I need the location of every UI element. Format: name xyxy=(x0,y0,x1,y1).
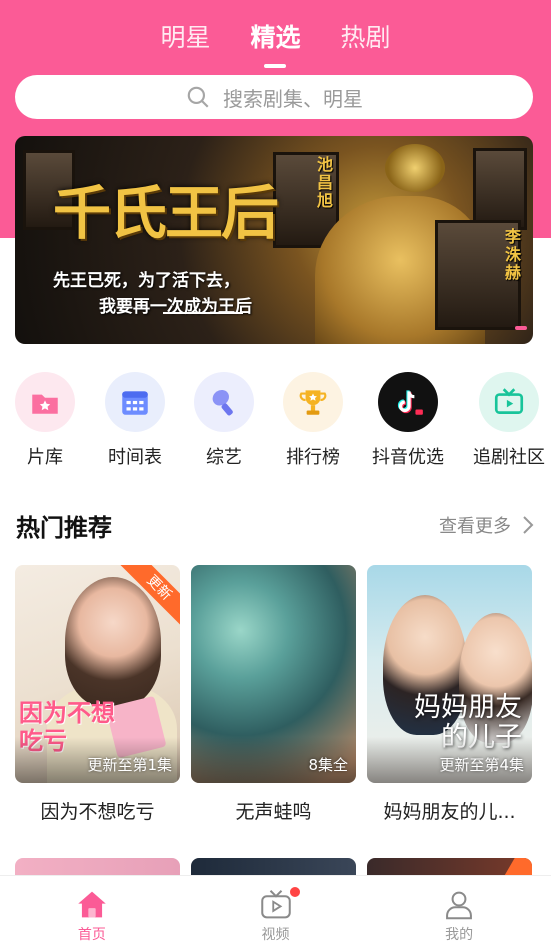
banner-portrait xyxy=(473,148,527,230)
tab-video[interactable]: 视频 xyxy=(184,876,368,944)
view-more-label: 查看更多 xyxy=(439,516,511,537)
drama-title: 因为不想吃亏 xyxy=(40,801,155,823)
banner-actor-name: 池昌旭 xyxy=(317,155,334,210)
tab-home-label: 首页 xyxy=(77,927,106,943)
trophy-icon xyxy=(283,372,343,432)
tab-hot-dramas[interactable]: 热剧 xyxy=(341,14,391,62)
section-title: 热门推荐 xyxy=(16,514,112,542)
search-icon xyxy=(187,86,209,108)
episode-caption: 更新至第1集 xyxy=(87,756,172,774)
episode-caption: 8集全 xyxy=(308,756,348,774)
banner-actor-name: 李洙赫 xyxy=(505,227,522,282)
episode-caption: 更新至第4集 xyxy=(439,756,524,774)
banner-underline xyxy=(163,312,243,314)
banner-crown xyxy=(385,144,445,192)
category-label: 排行榜 xyxy=(286,447,340,468)
chevron-right-icon xyxy=(523,516,534,534)
active-tab-indicator xyxy=(264,64,287,68)
category-label: 片库 xyxy=(27,447,63,468)
drama-title: 无声蛙鸣 xyxy=(235,801,312,823)
category-label: 追剧社区 xyxy=(473,447,545,468)
home-icon xyxy=(78,891,106,918)
search-bar[interactable]: 搜索剧集、明星 xyxy=(15,75,533,119)
profile-icon xyxy=(446,891,473,920)
drama-card[interactable]: 8集全 无声蛙鸣 xyxy=(191,565,356,824)
category-community[interactable]: 追剧社区 xyxy=(461,372,551,469)
tab-hot-dramas-label: 热剧 xyxy=(340,23,391,52)
drama-title: 妈妈朋友的儿... xyxy=(383,801,516,823)
douyin-icon xyxy=(378,372,438,432)
drama-poster: 妈妈朋友 的儿子 更新至第4集 xyxy=(367,565,532,783)
search-placeholder: 搜索剧集、明星 xyxy=(223,86,363,111)
banner-title: 千氏王后 xyxy=(53,179,279,247)
category-library[interactable]: 片库 xyxy=(0,372,93,469)
category-douyin[interactable]: 抖音优选 xyxy=(360,372,456,469)
tab-video-label: 视频 xyxy=(261,927,290,943)
tab-stars[interactable]: 明星 xyxy=(160,14,210,62)
category-label: 抖音优选 xyxy=(372,447,444,468)
calendar-icon xyxy=(105,372,165,432)
tab-featured[interactable]: 精选 xyxy=(250,14,301,68)
category-ranking[interactable]: 排行榜 xyxy=(265,372,361,469)
carousel-indicator xyxy=(515,326,527,330)
tab-profile-label: 我的 xyxy=(445,927,474,943)
tab-profile[interactable]: 我的 xyxy=(367,876,551,944)
category-label: 时间表 xyxy=(108,447,162,468)
category-schedule[interactable]: 时间表 xyxy=(87,372,183,469)
folder-star-icon xyxy=(15,372,75,432)
variety-icon xyxy=(194,372,254,432)
category-label: 综艺 xyxy=(206,447,242,468)
drama-card[interactable]: 因为不想 吃亏 更新 更新至第1集 因为不想吃亏 xyxy=(15,565,180,824)
bottom-tab-bar: 首页 视频 我的 xyxy=(0,875,551,944)
drama-poster: 8集全 xyxy=(191,565,356,783)
hero-banner[interactable]: 千氏王后 先王已死，为了活下去， 我要再一次成为王后 池昌旭 李洙赫 xyxy=(15,136,533,344)
category-row: 片库 时间表 综艺 排行榜 抖音优选 追剧社区 xyxy=(0,372,551,472)
tab-stars-label: 明星 xyxy=(160,23,211,52)
category-variety[interactable]: 综艺 xyxy=(176,372,272,469)
drama-poster: 因为不想 吃亏 更新 更新至第1集 xyxy=(15,565,180,783)
notification-dot xyxy=(289,887,300,897)
view-more-link[interactable]: 查看更多 xyxy=(439,512,535,538)
drama-card[interactable]: 妈妈朋友 的儿子 更新至第4集 妈妈朋友的儿... xyxy=(367,565,532,824)
top-tabs: 明星 精选 热剧 xyxy=(0,14,551,68)
poster-figure xyxy=(65,577,161,707)
banner-subtitle-1: 先王已死，为了活下去， xyxy=(53,271,240,291)
video-icon xyxy=(260,890,291,919)
tv-icon xyxy=(479,372,539,432)
tab-home[interactable]: 首页 xyxy=(0,876,184,944)
tab-featured-label: 精选 xyxy=(250,23,301,52)
